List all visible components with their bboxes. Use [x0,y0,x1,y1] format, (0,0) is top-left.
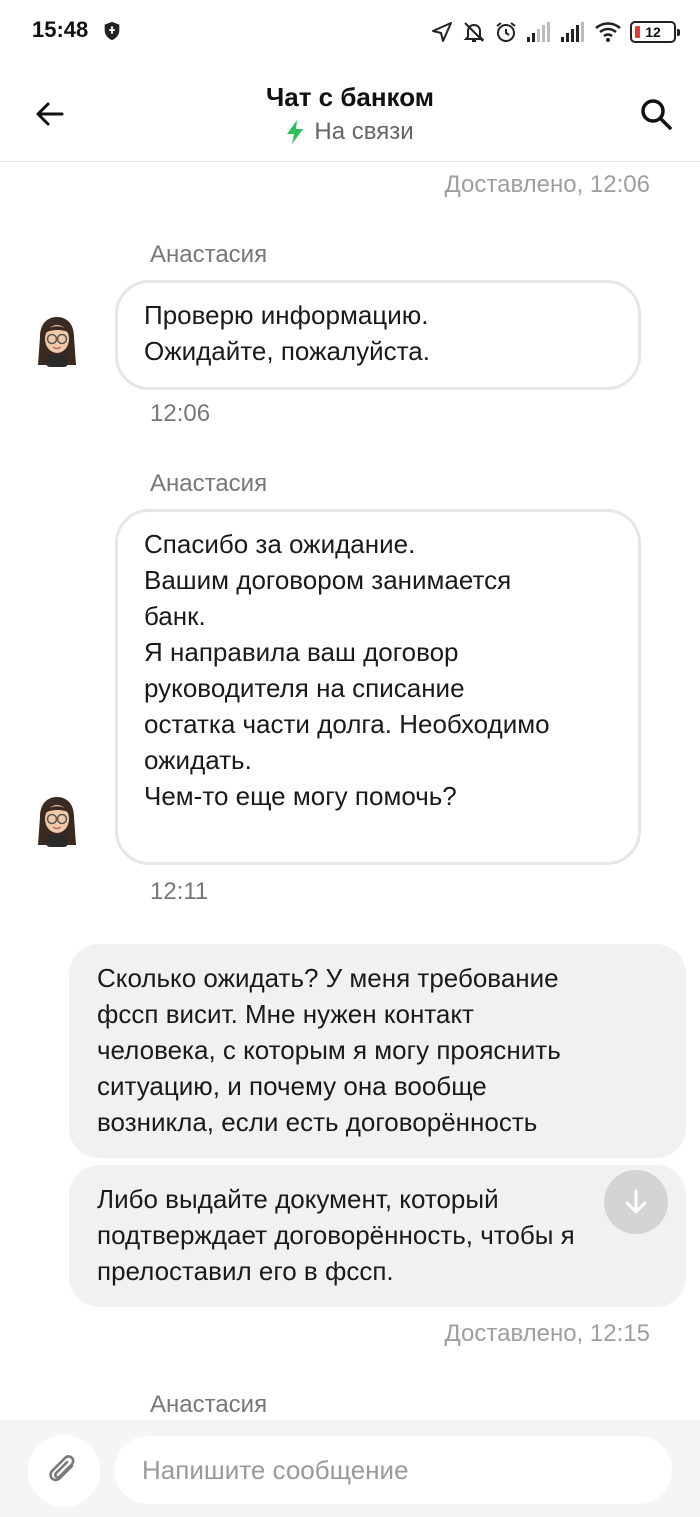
attach-button[interactable] [28,1435,100,1507]
online-status-label: На связи [314,118,414,145]
message-line: ситуацию, и почему она вообще [97,1071,487,1101]
message-time: 12:11 [150,878,209,905]
battery-level: 12 [645,24,661,40]
sender-name: Анастасия [150,1391,268,1418]
message-line: подтверждает договорённость, чтобы я [97,1220,575,1250]
message-line: ожидать. [144,745,252,775]
message-line: возникла, если есть договорённость [97,1107,538,1137]
message-line: Я направила ваш договор [144,637,459,667]
incoming-message: Спасибо за ожидание. Вашим договором зан… [115,509,641,865]
location-icon [432,22,452,42]
delivery-status: Доставлено, 12:15 [444,1320,651,1347]
status-icons: 12 [430,16,680,48]
message-line: Спасибо за ожидание. [144,529,416,559]
message-time: 12:06 [150,400,211,427]
chat-header: Чат с банком На связи [0,64,700,162]
shield-icon [104,21,120,41]
delivery-status: Доставлено, 12:06 [444,171,651,198]
search-button[interactable] [634,92,678,136]
chat-feed[interactable]: Доставлено, 12:06 Анастасия Проверю инфо… [0,163,700,1420]
message-line: Чем-то еще могу помочь? [144,781,457,811]
status-time: 15:48 [32,17,89,42]
scroll-to-bottom-button[interactable] [604,1170,668,1234]
wifi-icon [595,22,621,42]
agent-avatar [38,317,76,367]
battery-icon: 12 [630,21,680,43]
message-line: остатка части долга. Необходимо [144,709,550,739]
message-line: руководителя на списание [144,673,465,703]
message-line: фссп висит. Мне нужен контакт [97,999,474,1029]
message-line: Ожидайте, пожалуйста. [144,336,430,366]
status-bar: 15:48 12 [0,0,700,64]
paperclip-icon [49,1455,75,1482]
message-input[interactable] [114,1436,672,1504]
bell-off-icon [463,22,485,42]
outgoing-message: Сколько ожидать? У меня требование фссп … [69,944,686,1158]
page-title: Чат с банком [265,82,435,112]
signal-icon [527,22,550,42]
outgoing-message: Либо выдайте документ, который подтвержд… [69,1165,686,1307]
sender-name: Анастасия [150,470,268,497]
message-line: Сколько ожидать? У меня требование [97,963,559,993]
message-line: Проверю информацию. [144,300,429,330]
sender-name: Анастасия [150,241,268,268]
message-line: прелоставил его в фссп. [97,1256,394,1286]
agent-avatar [38,797,76,847]
alarm-icon [496,22,516,42]
search-icon [641,99,672,130]
signal-icon [561,22,584,42]
arrow-down-icon [625,1189,647,1214]
online-status: На связи [0,118,700,146]
lightning-icon [287,120,304,144]
message-composer [0,1420,700,1517]
message-line: Либо выдайте документ, который [97,1184,499,1214]
message-line: Вашим договором занимается [144,565,512,595]
incoming-message: Проверю информацию. Ожидайте, пожалуйста… [115,280,641,390]
message-line: человека, с которым я могу прояснить [97,1035,561,1065]
message-line: банк. [144,601,206,631]
